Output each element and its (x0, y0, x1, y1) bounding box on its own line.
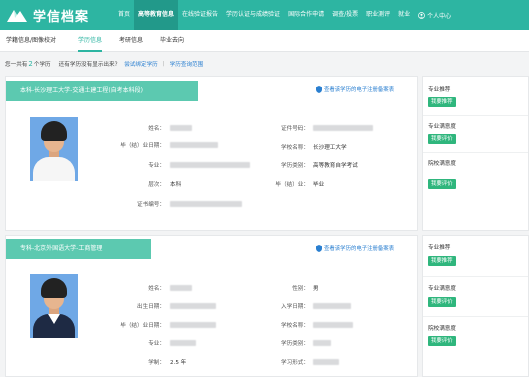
sidebar-title-school-satisfaction: 院校满意度 (428, 161, 456, 167)
top-nav: 学信档案 首页 高等教育信息 在线验证报告 学历认证与成绩验证 国际合作申请 调… (0, 0, 529, 30)
ecert-link[interactable]: 查看该学历的电子注册备案表 (316, 244, 394, 252)
field-value-certificate-no-redacted (170, 201, 242, 207)
field-value-id-number-redacted (313, 125, 373, 131)
field-label-name: 姓名： (148, 126, 165, 132)
field-value-name-redacted (170, 285, 192, 291)
ecert-link[interactable]: 查看该学历的电子注册备案表 (316, 85, 394, 93)
field-value-graduation-date-redacted (170, 322, 216, 328)
divider (423, 115, 528, 116)
field-label-degree-category: 学历类别： (281, 341, 309, 347)
missing-degree-question: 还有学历没有显示出来？ (58, 62, 121, 68)
field-label-level: 层次： (148, 182, 165, 188)
rate-major-button[interactable]: 我要评价 (428, 134, 456, 144)
ecert-link-label: 查看该学历的电子注册备案表 (324, 87, 395, 93)
sidebar-title-major-satisfaction: 专业满意度 (428, 124, 456, 130)
nav-item-higher-education[interactable]: 高等教育信息 (134, 0, 179, 30)
sidebar-title-major-recommend: 专业推荐 (428, 245, 451, 251)
query-scope-link[interactable]: 学历查询范围 (170, 60, 204, 68)
field-value-degree-category: 高等教育自学考试 (313, 163, 358, 169)
field-label-study-mode: 学习形式： (281, 360, 309, 366)
ecert-link-label: 查看该学历的电子注册备案表 (324, 246, 395, 252)
divider: | (162, 61, 165, 67)
divider (423, 276, 528, 277)
nav-item-home[interactable]: 首页 (114, 0, 134, 30)
field-label-major: 专业： (148, 341, 165, 347)
main-nav: 首页 高等教育信息 在线验证报告 学历认证与成绩验证 国际合作申请 调查/投票 … (114, 0, 451, 30)
degree-record-header: 本科-长沙理工大学-交通土建工程(自考本科段) (6, 81, 198, 101)
student-photo (30, 274, 78, 338)
degree-count-bar: 您一共有 2 个学历 还有学历没有显示出来？ 尝试绑定学历 | 学历查询范围 (5, 58, 203, 70)
logo-icon (7, 10, 27, 22)
app-title: 学信档案 (33, 9, 90, 25)
logo[interactable]: 学信档案 (6, 6, 114, 25)
evaluation-sidebar: 专业推荐 我要推荐 专业满意度 我要评价 院校满意度 我要评价 (422, 235, 529, 377)
count-suffix: 个学历 (33, 62, 51, 68)
field-value-birth-date-redacted (170, 303, 216, 309)
field-label-major: 专业： (148, 163, 165, 169)
field-label-school-name: 学校名称： (281, 145, 309, 151)
tab-degree-info[interactable]: 学历信息 (78, 30, 103, 52)
shield-icon (316, 85, 322, 93)
rate-school-button[interactable]: 我要评价 (428, 179, 456, 189)
user-icon (418, 11, 426, 19)
user-center-label: 个人中心 (427, 12, 452, 20)
divider (423, 152, 528, 153)
user-center-link[interactable]: 个人中心 (418, 11, 451, 20)
degree-record-header: 专科-北京外国语大学-工商管理 (6, 239, 151, 259)
sub-nav: 学籍信息/图像校对 学历信息 考研信息 毕业去向 (0, 30, 529, 52)
field-value-enrollment-date-redacted (313, 303, 351, 309)
sidebar-title-major-recommend: 专业推荐 (428, 87, 451, 93)
field-label-certificate-no: 证书编号： (137, 202, 165, 208)
field-value-name-redacted (170, 125, 192, 131)
nav-item-international[interactable]: 国际合作申请 (284, 0, 328, 30)
tab-student-status[interactable]: 学籍信息/图像校对 (6, 30, 56, 52)
recommend-button[interactable]: 我要推荐 (428, 97, 456, 107)
shield-icon (316, 244, 322, 252)
field-label-gender: 性别： (292, 286, 309, 292)
field-label-enrollment-date: 入学日期： (281, 304, 309, 310)
evaluation-sidebar: 专业推荐 我要推荐 专业满意度 我要评价 院校满意度 我要评价 (422, 76, 529, 231)
bind-degree-link[interactable]: 尝试绑定学历 (124, 60, 158, 68)
field-value-level: 本科 (170, 182, 182, 188)
field-value-major-redacted (170, 162, 250, 168)
nav-item-employment[interactable]: 就业 (394, 0, 414, 30)
field-value-school-name-redacted (313, 322, 353, 328)
field-value-study-mode-redacted (313, 359, 339, 365)
field-value-major-redacted (170, 340, 196, 346)
divider (423, 316, 528, 317)
field-label-birth-date: 出生日期： (137, 304, 165, 310)
field-label-graduation-date: 毕（结）业日期： (120, 143, 165, 149)
field-label-id-number: 证件号码： (281, 126, 309, 132)
nav-item-career-test[interactable]: 职业测评 (362, 0, 394, 30)
field-label-name: 姓名： (148, 286, 165, 292)
tab-graduation-destination[interactable]: 毕业去向 (160, 30, 184, 52)
field-value-duration: 2.5 年 (170, 360, 187, 366)
degree-record-card: 专科-北京外国语大学-工商管理 查看该学历的电子注册备案表 姓名： 出生日期： … (5, 235, 418, 377)
nav-item-online-report[interactable]: 在线验证报告 (178, 0, 222, 30)
field-value-degree-category-redacted (313, 340, 331, 346)
rate-school-button[interactable]: 我要评价 (428, 336, 456, 346)
degree-record-card: 本科-长沙理工大学-交通土建工程(自考本科段) 查看该学历的电子注册备案表 姓名… (5, 76, 418, 231)
count-prefix: 您一共有 (5, 62, 28, 68)
student-photo (30, 117, 78, 181)
rate-major-button[interactable]: 我要评价 (428, 297, 456, 307)
field-value-gender: 男 (313, 286, 319, 292)
sidebar-title-school-satisfaction: 院校满意度 (428, 326, 456, 332)
field-label-degree-category: 学历类别： (281, 163, 309, 169)
field-value-graduation-date-redacted (170, 142, 218, 148)
field-label-graduation-status: 毕（结）业： (275, 182, 309, 188)
degree-count: 2 (28, 60, 33, 68)
recommend-button[interactable]: 我要推荐 (428, 256, 456, 266)
nav-item-certification[interactable]: 学历认证与成绩验证 (222, 0, 284, 30)
field-value-school-name: 长沙理工大学 (313, 145, 347, 151)
nav-item-survey[interactable]: 调查/投票 (328, 0, 362, 30)
field-label-duration: 学制： (148, 360, 165, 366)
field-label-school-name: 学校名称： (281, 323, 309, 329)
field-label-graduation-date: 毕（结）业日期： (120, 323, 165, 329)
sidebar-title-major-satisfaction: 专业满意度 (428, 286, 456, 292)
field-value-graduation-status: 毕业 (313, 182, 325, 188)
tab-postgrad-exam[interactable]: 考研信息 (119, 30, 143, 52)
